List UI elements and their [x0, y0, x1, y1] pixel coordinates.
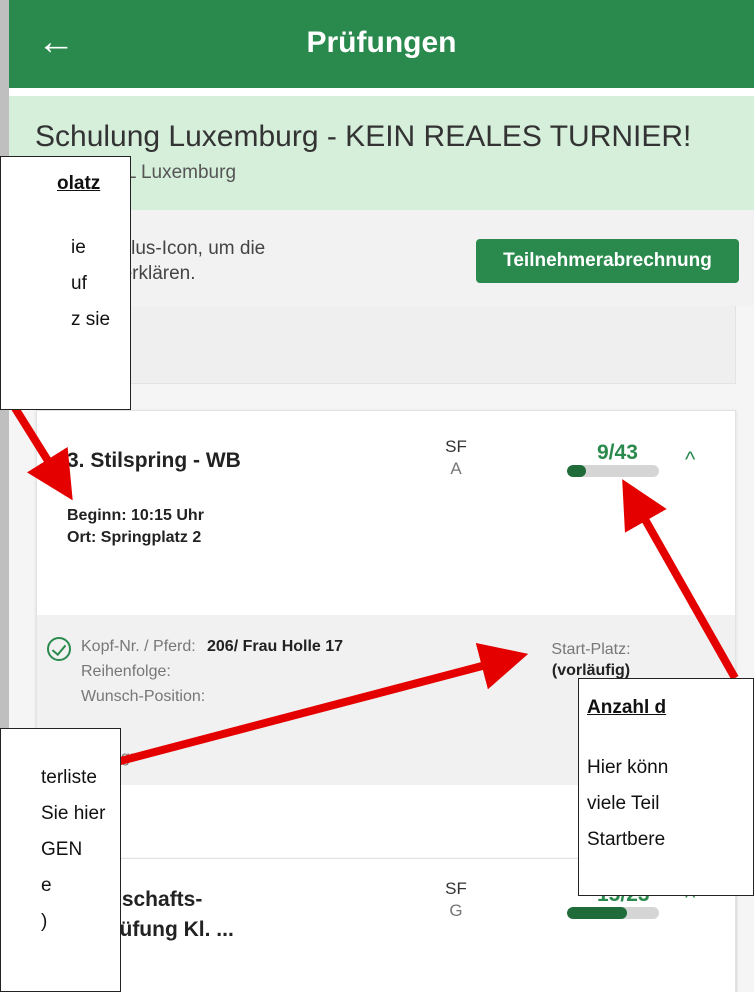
discipline-code: SF [445, 437, 467, 456]
callout-line: ) [41, 911, 48, 932]
check-circle-icon [47, 637, 71, 661]
class-code: G [449, 901, 463, 920]
callout-line: Startbere [587, 829, 666, 850]
callout-line: GEN [41, 839, 83, 860]
competition-begin: Beginn: 10:15 Uhr [67, 507, 204, 524]
annotation-callout: terliste Sie hier GEN e ) [0, 728, 121, 992]
competition-location: Ort: Springplatz 2 [67, 529, 202, 546]
callout-line: terliste [41, 767, 97, 788]
chevron-up-icon[interactable]: ^ [685, 447, 695, 473]
participant-billing-button[interactable]: Teilnehmerabrechnung [476, 239, 739, 283]
previous-card [36, 306, 736, 384]
entry-progress-bar [567, 907, 659, 919]
head-number-label: Kopf-Nr. / Pferd: [81, 638, 196, 655]
callout-line: e [41, 875, 52, 896]
head-number-value: 206/ Frau Holle 17 [207, 638, 344, 655]
entry-count: 9/43 [597, 441, 638, 464]
wish-position-label: Wunsch-Position: [81, 688, 206, 705]
callout-line: Hier könn [587, 757, 669, 778]
app-bar: ← Prüfungen [9, 0, 754, 88]
callout-title: olatz [57, 173, 101, 194]
callout-line: ie [71, 237, 86, 258]
callout-line: Sie hier [41, 803, 106, 824]
discipline-code: SF [445, 879, 467, 898]
entry-progress-fill [567, 465, 587, 477]
callout-title: Anzahl d [587, 697, 667, 718]
start-place-label: Start-Platz: [551, 641, 631, 658]
callout-line: viele Teil [587, 793, 660, 814]
competition-title: 3. Stilspring - WB [67, 449, 241, 472]
annotation-callout: olatz ie uf z sie [0, 156, 131, 410]
app-screen: ← Prüfungen Schulung Luxemburg - KEIN RE… [0, 0, 754, 992]
order-label: Reihenfolge: [81, 663, 171, 680]
page-title: Prüfungen [306, 26, 457, 59]
annotation-callout: Anzahl d Hier könn viele Teil Startbere [578, 678, 754, 896]
callout-line: uf [71, 273, 87, 294]
event-name: Schulung Luxemburg - KEIN REALES TURNIER… [35, 120, 692, 153]
callout-line: z sie [71, 309, 111, 330]
class-code: A [450, 459, 462, 478]
entry-progress-fill [567, 907, 627, 919]
entry-progress-bar [567, 465, 659, 477]
